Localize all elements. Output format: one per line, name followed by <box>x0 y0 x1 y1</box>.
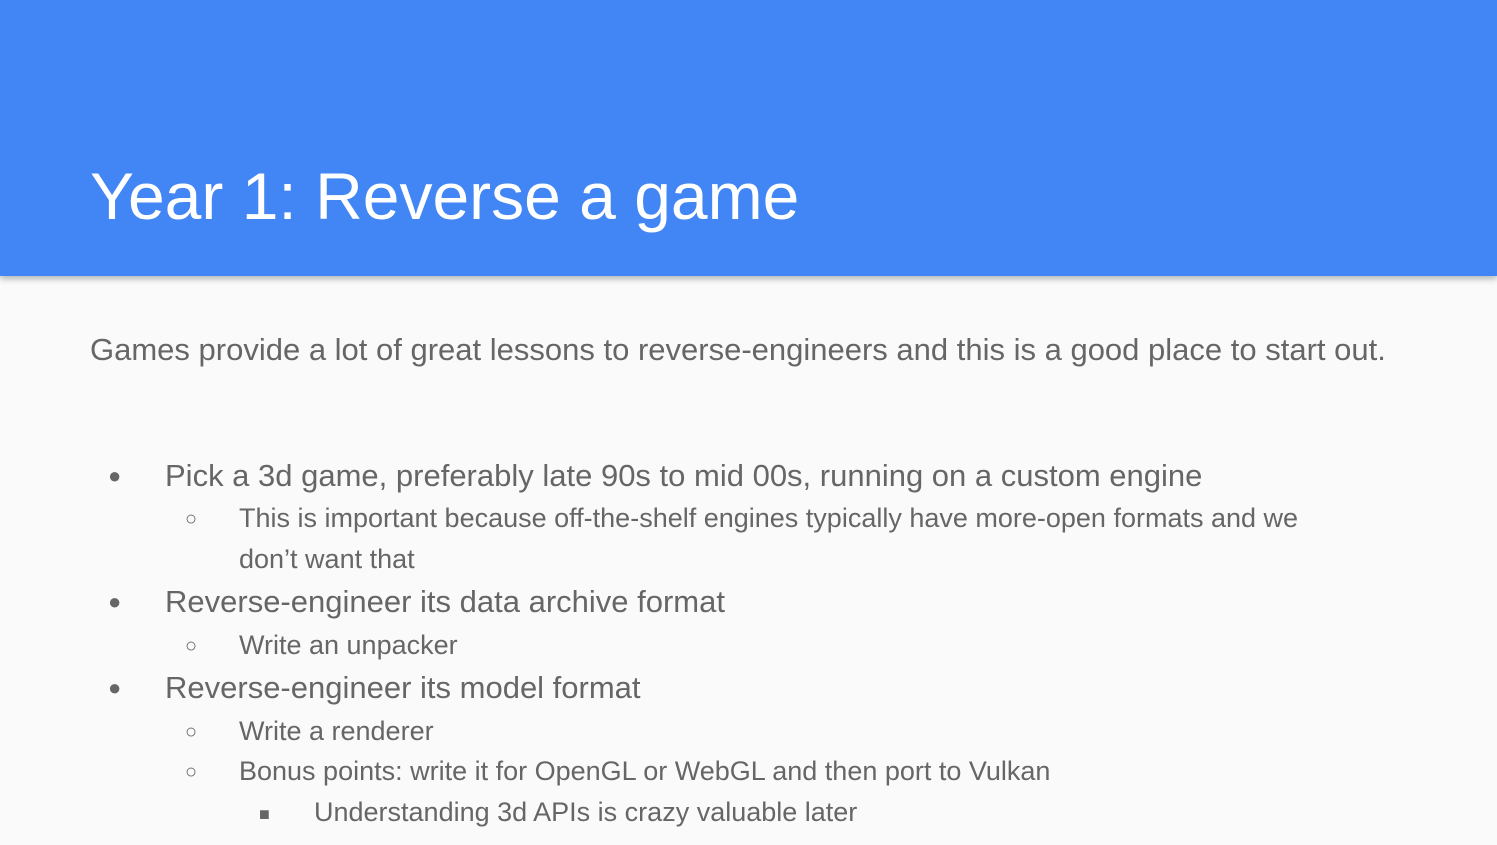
bullet-item: Pick a 3d game, preferably late 90s to m… <box>165 458 1203 493</box>
slide-title: Year 1: Reverse a game <box>90 159 800 233</box>
sub-bullet-marker-icon: ○ <box>185 508 198 530</box>
sub-sub-bullet-marker-icon: ■ <box>259 804 270 824</box>
sub-bullet-marker-icon: ○ <box>185 761 198 783</box>
sub-sub-bullet-item: Understanding 3d APIs is crazy valuable … <box>314 797 858 827</box>
bullet-marker-icon: ● <box>108 589 122 614</box>
sub-bullet-item-continuation: don’t want that <box>239 544 415 574</box>
sub-bullet-marker-icon: ○ <box>185 635 198 657</box>
bullet-item: Reverse-engineer its model format <box>165 670 641 705</box>
bullet-item: Reverse-engineer its data archive format <box>165 584 725 619</box>
slide-header: Year 1: Reverse a game <box>0 0 1497 276</box>
sub-bullet-item: This is important because off-the-shelf … <box>239 503 1299 533</box>
sub-bullet-item: Bonus points: write it for OpenGL or Web… <box>239 756 1051 786</box>
sub-bullet-item: Write an unpacker <box>239 630 458 660</box>
bullet-marker-icon: ● <box>108 675 122 700</box>
sub-bullet-item: Write a renderer <box>239 716 434 746</box>
bullet-marker-icon: ● <box>108 463 122 488</box>
sub-bullet-marker-icon: ○ <box>185 721 198 743</box>
intro-paragraph: Games provide a lot of great lessons to … <box>90 332 1386 367</box>
